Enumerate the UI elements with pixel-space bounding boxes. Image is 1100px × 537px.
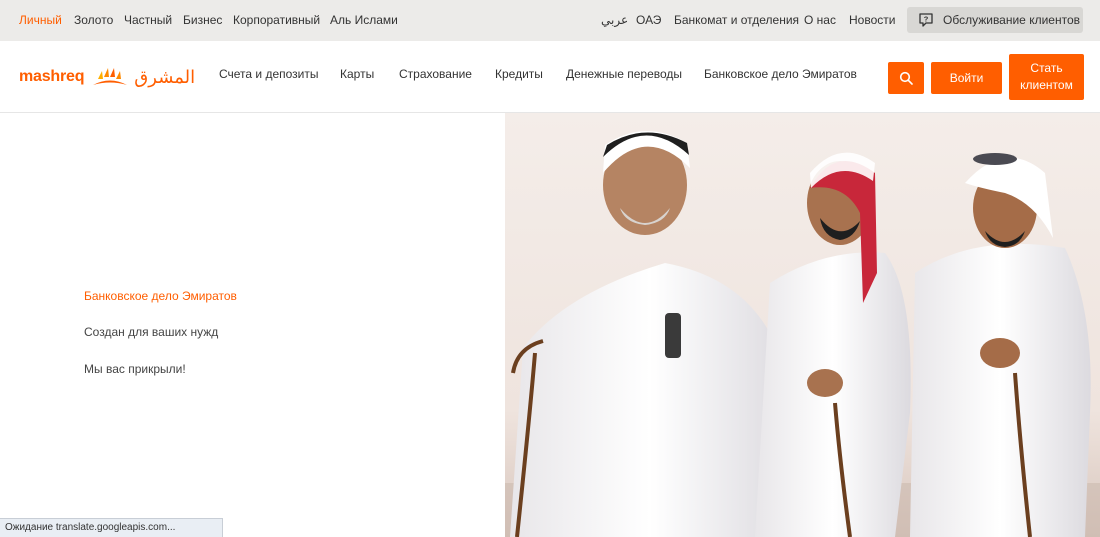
news-link[interactable]: Новости xyxy=(849,13,895,27)
nav-money-transfers[interactable]: Денежные переводы xyxy=(566,67,682,81)
help-chat-icon: ? xyxy=(919,13,933,27)
become-client-line1: Стать xyxy=(1030,61,1063,75)
search-button[interactable] xyxy=(888,62,924,94)
hero-item-built-for-needs[interactable]: Создан для ваших нужд xyxy=(84,325,218,339)
logo-text-latin: mashreq xyxy=(19,68,85,85)
language-arabic-link[interactable]: عربي xyxy=(601,13,628,27)
segment-business[interactable]: Бизнес xyxy=(183,13,222,27)
segment-gold[interactable]: Золото xyxy=(74,13,113,27)
nav-cards[interactable]: Карты xyxy=(340,67,374,81)
segment-corporate[interactable]: Корпоративный xyxy=(233,13,320,27)
customer-service-button[interactable]: ? Обслуживание клиентов xyxy=(907,7,1083,33)
browser-status-bar: Ожидание translate.googleapis.com... xyxy=(0,518,223,537)
hero-item-covered[interactable]: Мы вас прикрыли! xyxy=(84,362,186,376)
hero-image xyxy=(505,113,1100,537)
hero-item-emirati-banking[interactable]: Банковское дело Эмиратов xyxy=(84,289,237,303)
nav-loans[interactable]: Кредиты xyxy=(495,67,543,81)
nav-emirati-banking[interactable]: Банковское дело Эмиратов xyxy=(704,67,857,81)
hero-text-panel xyxy=(0,113,505,537)
atm-branches-link[interactable]: Банкомат и отделения xyxy=(674,13,799,27)
nav-accounts-deposits[interactable]: Счета и депозиты xyxy=(219,67,319,81)
segment-personal[interactable]: Личный xyxy=(19,13,62,27)
mashreq-sun-icon xyxy=(93,68,128,85)
search-icon xyxy=(899,71,913,85)
mashreq-logo[interactable]: mashreq المشرق xyxy=(19,65,195,89)
segment-al-islami[interactable]: Аль Ислами xyxy=(330,13,398,27)
login-button[interactable]: Войти xyxy=(931,62,1002,94)
nav-insurance[interactable]: Страхование xyxy=(399,67,472,81)
svg-text:?: ? xyxy=(924,15,929,24)
main-navigation: mashreq المشرق Счета и депозиты Карты Ст… xyxy=(0,41,1100,113)
logo-text-arabic: المشرق xyxy=(134,66,196,88)
segment-private[interactable]: Частный xyxy=(124,13,172,27)
about-link[interactable]: О нас xyxy=(804,13,836,27)
become-client-line2: клиентом xyxy=(1020,78,1073,92)
customer-service-label: Обслуживание клиентов xyxy=(943,13,1080,27)
become-client-button[interactable]: Стать клиентом xyxy=(1009,54,1084,100)
top-utility-bar: Личный Золото Частный Бизнес Корпоративн… xyxy=(0,0,1100,41)
uae-link[interactable]: ОАЭ xyxy=(636,13,661,27)
